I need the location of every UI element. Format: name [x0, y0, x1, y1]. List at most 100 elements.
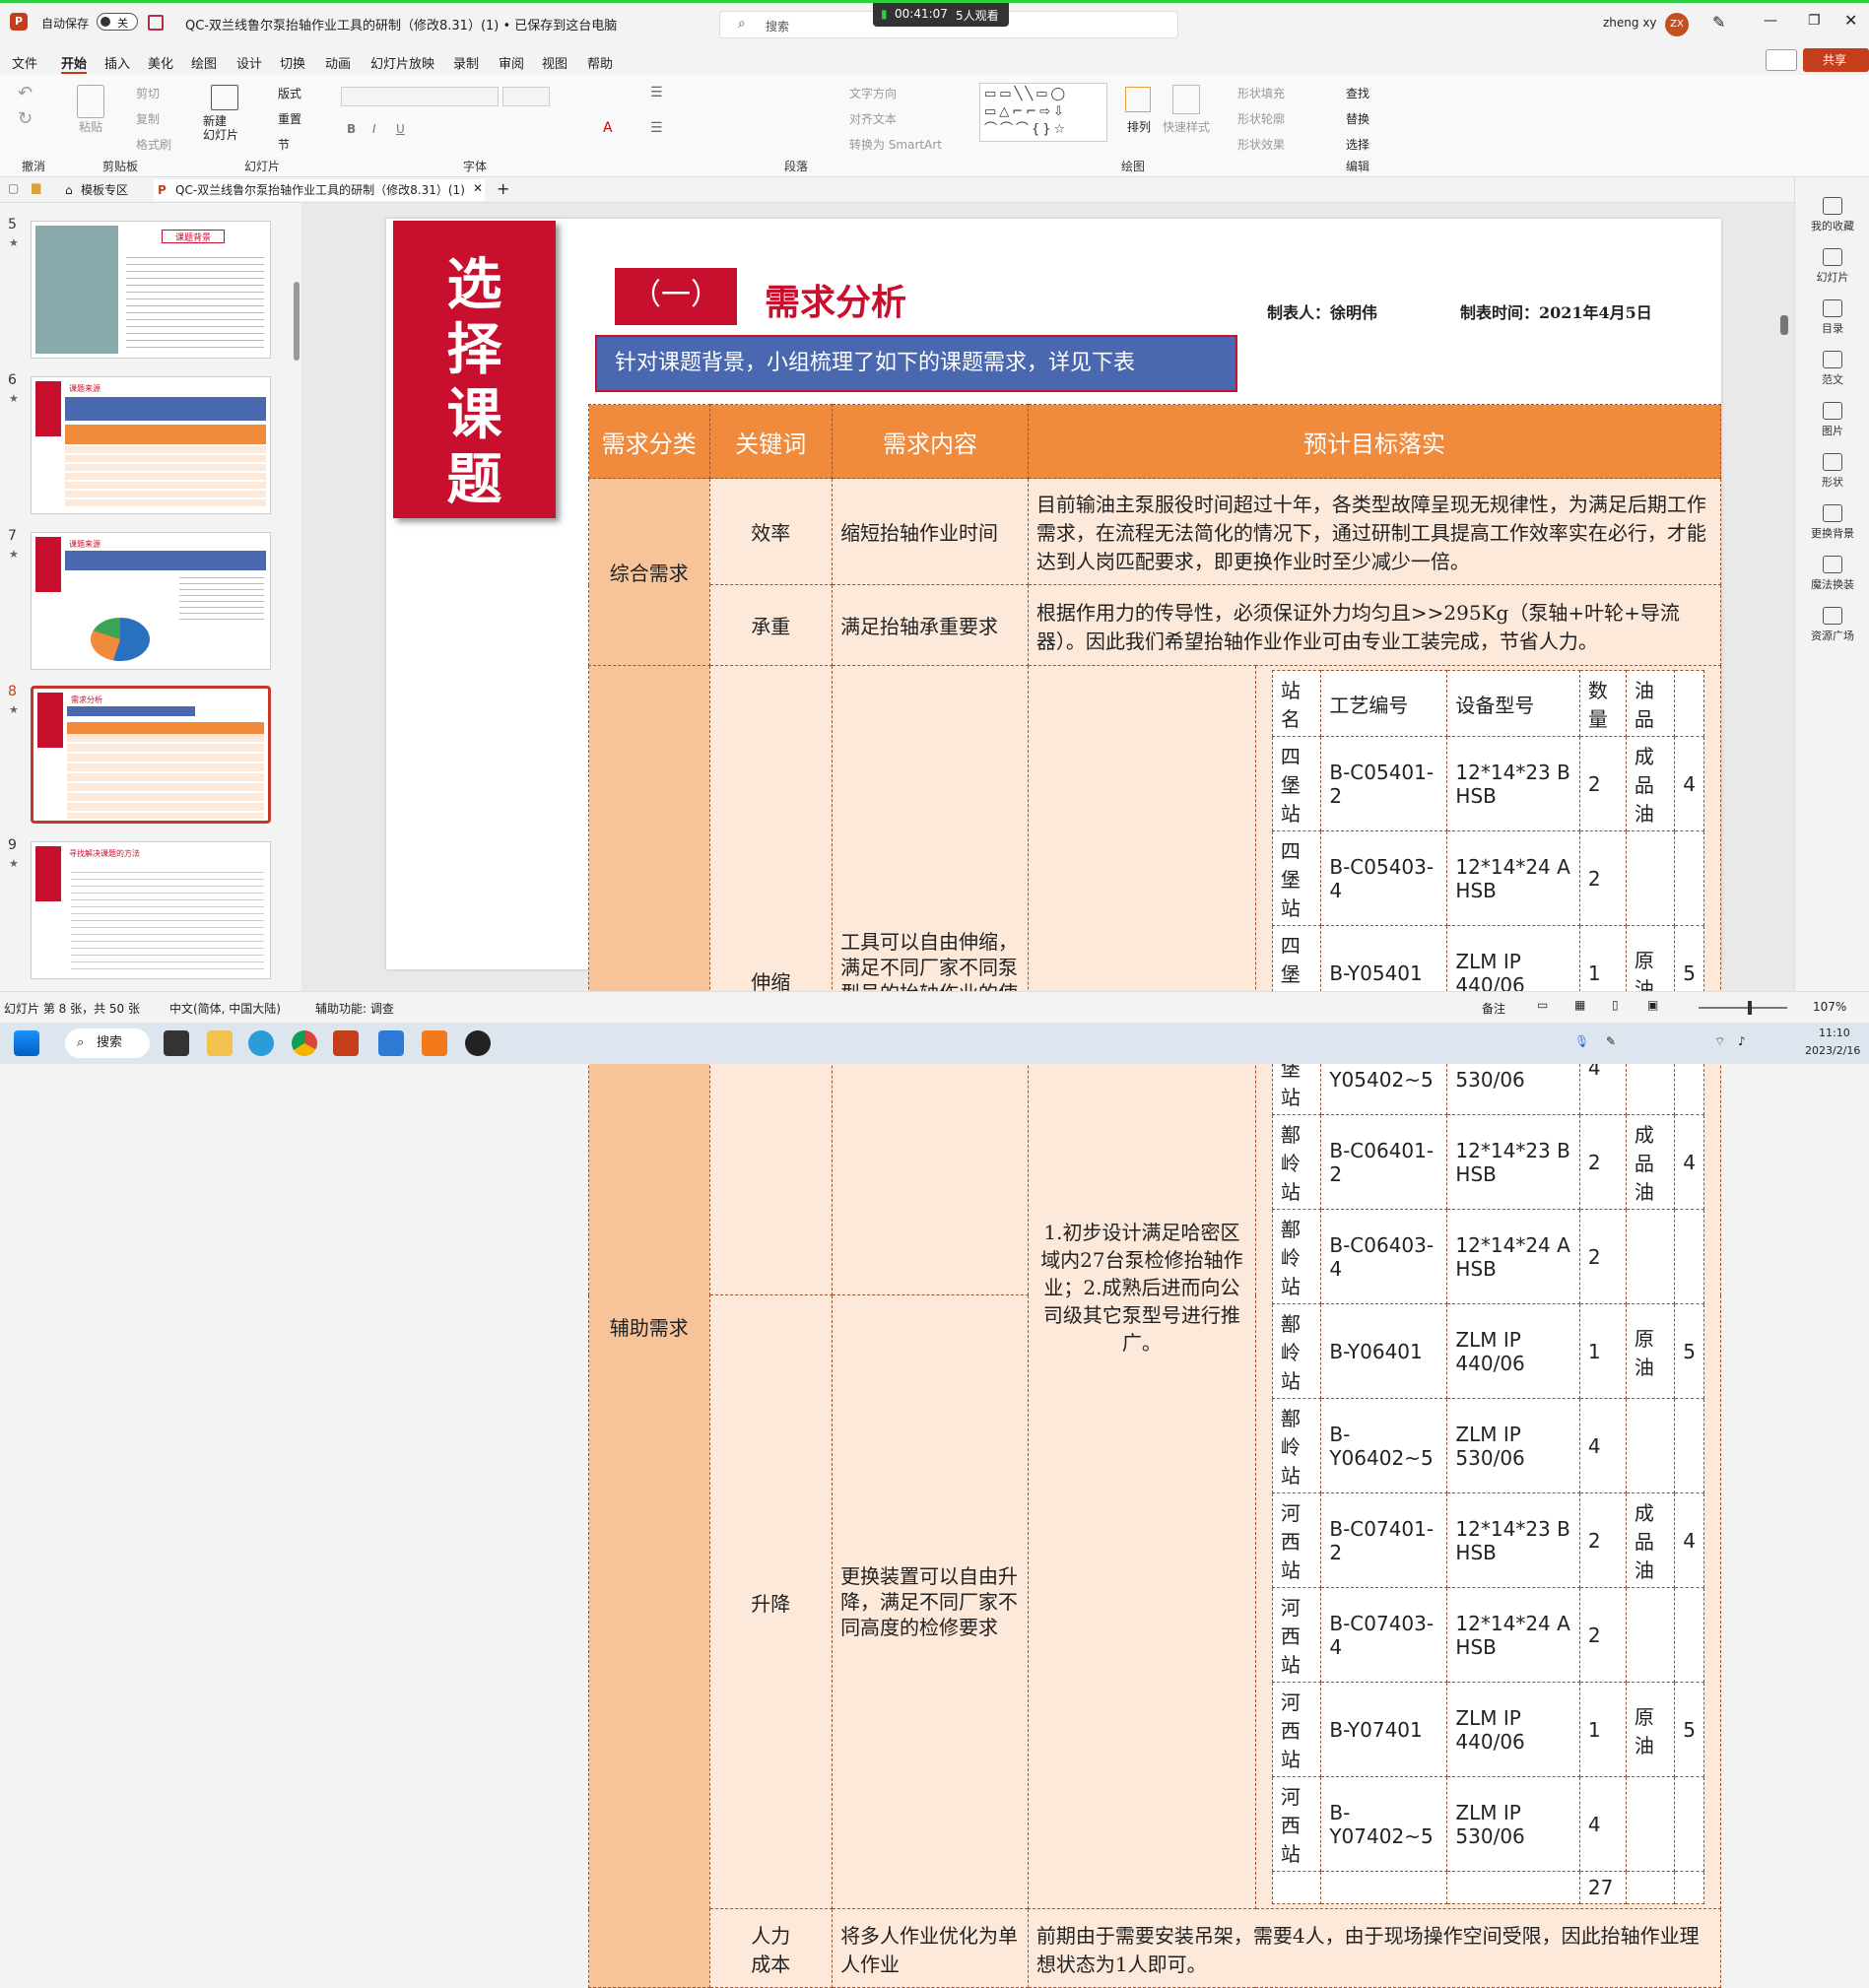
menu-help[interactable]: 帮助	[587, 53, 613, 72]
cut-button[interactable]: 剪切	[136, 85, 160, 101]
tab-close-icon[interactable]: ✕	[473, 181, 483, 195]
arrange-label[interactable]: 排列	[1127, 118, 1151, 135]
menu-draw[interactable]: 绘图	[191, 53, 217, 72]
shape-fill-button[interactable]: 形状填充	[1237, 85, 1285, 101]
font-size-select[interactable]	[502, 87, 550, 106]
background-button[interactable]: 更换背景	[1795, 504, 1869, 541]
zoom-slider[interactable]	[1699, 1001, 1787, 1015]
menu-beautify[interactable]: 美化	[148, 53, 173, 72]
italic-icon[interactable]: I	[372, 122, 376, 136]
shape-effects-button[interactable]: 形状效果	[1237, 136, 1285, 153]
copy-button[interactable]: 复制	[136, 110, 160, 127]
shapes-gallery[interactable]: ▭▭╲╲▭◯ ▭△⌐⌐⇨⇩ ⌒⌒⌒{}☆	[979, 83, 1107, 142]
slideshow-view-icon[interactable]: ▣	[1647, 998, 1658, 1012]
new-slide-icon[interactable]	[211, 85, 238, 110]
font-name-select[interactable]	[341, 87, 499, 106]
shape-outline-button[interactable]: 形状轮廓	[1237, 110, 1285, 127]
align-left-icon[interactable]: ☰	[650, 120, 663, 136]
edge-icon[interactable]	[248, 1030, 274, 1056]
bold-icon[interactable]: B	[347, 122, 356, 136]
tab-template[interactable]: ⌂ 模板专区	[61, 179, 146, 201]
accessibility-status[interactable]: 辅助功能: 调查	[315, 1000, 394, 1017]
shapes-button[interactable]: 形状	[1795, 453, 1869, 490]
replace-button[interactable]: 替换	[1346, 110, 1369, 127]
menu-animations[interactable]: 动画	[325, 53, 351, 72]
menu-file[interactable]: 文件	[12, 53, 37, 72]
menu-home[interactable]: 开始	[61, 53, 88, 74]
close-icon[interactable]: ✕	[1844, 11, 1857, 30]
notes-button[interactable]: 备注	[1482, 1000, 1505, 1017]
app-icon-orange[interactable]	[422, 1030, 447, 1056]
share-button[interactable]: 共享	[1803, 48, 1869, 72]
new-tab-icon[interactable]: +	[497, 179, 509, 198]
find-button[interactable]: 查找	[1346, 85, 1369, 101]
bullets-icon[interactable]: ☰	[650, 85, 663, 100]
menu-transitions[interactable]: 切换	[280, 53, 305, 72]
editor-vscrollbar[interactable]	[1780, 315, 1788, 335]
clock-date[interactable]: 2023/2/16	[1805, 1044, 1860, 1057]
favorites-button[interactable]: 我的收藏	[1795, 197, 1869, 233]
menu-review[interactable]: 审阅	[499, 53, 524, 72]
text-direction-button[interactable]: 文字方向	[849, 85, 897, 101]
restore-icon[interactable]: ❐	[1808, 13, 1821, 29]
file-explorer-icon[interactable]	[207, 1030, 233, 1056]
app-icon-blue[interactable]	[378, 1030, 404, 1056]
wifi-icon[interactable]: ⌔	[1714, 1034, 1725, 1049]
thumbnail-slide-6[interactable]: 课题来源	[31, 376, 271, 514]
thumb-scrollbar[interactable]	[294, 282, 300, 361]
align-text-button[interactable]: 对齐文本	[849, 110, 897, 127]
menu-view[interactable]: 视图	[542, 53, 567, 72]
windows-start-icon[interactable]	[14, 1030, 39, 1056]
pen-icon[interactable]: ✎	[1712, 13, 1725, 32]
undo-icon[interactable]: ↶	[18, 83, 33, 103]
pen-tray-icon[interactable]: ✎	[1606, 1034, 1616, 1048]
select-button[interactable]: 选择	[1346, 136, 1369, 153]
powerpoint-taskbar-icon[interactable]	[333, 1030, 359, 1056]
layout-button[interactable]: 版式	[278, 85, 301, 101]
taskbar-search[interactable]: ⌕ 搜索	[65, 1028, 150, 1058]
paste-label[interactable]: 粘贴	[79, 118, 102, 135]
font-color-icon[interactable]: A	[603, 120, 613, 136]
save-icon[interactable]	[148, 15, 164, 31]
quick-styles-label[interactable]: 快速样式	[1163, 118, 1210, 135]
thumbnail-slide-7[interactable]: 课题来源	[31, 532, 271, 670]
task-view-icon[interactable]	[164, 1030, 189, 1056]
format-painter-button[interactable]: 格式刷	[136, 136, 171, 153]
sorter-view-icon[interactable]: ▦	[1574, 998, 1585, 1012]
document-title[interactable]: QC-双兰线鲁尔泵抬轴作业工具的研制（修改8.31）(1) • 已保存到这台电脑	[185, 15, 617, 33]
volume-icon[interactable]: ♪	[1738, 1034, 1746, 1048]
new-slide-label[interactable]: 新建 幻灯片	[203, 114, 238, 142]
thumbnail-slide-9[interactable]: 寻找解决课题的方法	[31, 841, 271, 979]
folder-icon[interactable]: ▆	[32, 180, 40, 194]
mic-icon[interactable]: 🎙	[1574, 1034, 1589, 1048]
section-button[interactable]: 节	[278, 136, 290, 153]
menu-record[interactable]: 录制	[453, 53, 479, 72]
quick-styles-icon[interactable]	[1172, 85, 1200, 114]
reading-view-icon[interactable]: ▯	[1612, 998, 1619, 1012]
slides-button[interactable]: 幻灯片	[1795, 248, 1869, 285]
images-button[interactable]: 图片	[1795, 402, 1869, 438]
menu-insert[interactable]: 插入	[104, 53, 130, 72]
thumbnail-slide-8[interactable]: 需求分析	[31, 686, 271, 824]
chrome-icon[interactable]	[292, 1030, 317, 1056]
magic-button[interactable]: 魔法换装	[1795, 556, 1869, 592]
comment-button[interactable]	[1766, 49, 1797, 71]
normal-view-icon[interactable]: ▭	[1537, 998, 1548, 1012]
thumbnail-slide-5[interactable]: 课题背景	[31, 221, 271, 359]
menu-slideshow[interactable]: 幻灯片放映	[370, 53, 434, 72]
arrange-icon[interactable]	[1125, 87, 1151, 112]
new-page-icon[interactable]: ▢	[8, 181, 19, 195]
tab-document[interactable]: P QC-双兰线鲁尔泵抬轴作业工具的研制（修改8.31）(1)	[154, 179, 485, 201]
language[interactable]: 中文(简体, 中国大陆)	[169, 1000, 281, 1017]
reset-button[interactable]: 重置	[278, 110, 301, 127]
redo-icon[interactable]: ↻	[18, 108, 33, 129]
clock-time[interactable]: 11:10	[1819, 1027, 1850, 1039]
menu-design[interactable]: 设计	[236, 53, 262, 72]
underline-icon[interactable]: U	[396, 122, 405, 136]
media-player-icon[interactable]	[465, 1030, 491, 1056]
toc-button[interactable]: 目录	[1795, 299, 1869, 336]
paste-icon[interactable]	[77, 85, 104, 118]
zoom-level[interactable]: 107%	[1813, 1000, 1846, 1014]
resources-button[interactable]: 资源广场	[1795, 607, 1869, 643]
avatar[interactable]: ZX	[1665, 13, 1689, 36]
